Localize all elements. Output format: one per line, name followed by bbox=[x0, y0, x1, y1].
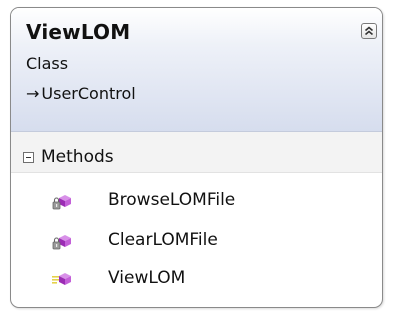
class-shape[interactable]: ViewLOM Class → UserControl Methods Brows… bbox=[10, 7, 383, 308]
double-chevron-up-icon bbox=[364, 26, 374, 36]
class-stereotype: Class bbox=[26, 54, 69, 73]
method-item-viewlom[interactable]: ViewLOM bbox=[11, 266, 382, 294]
inheritance-arrow-icon: → bbox=[26, 84, 40, 103]
method-label: BrowseLOMFile bbox=[108, 190, 236, 210]
method-label: ClearLOMFile bbox=[108, 230, 218, 250]
base-class-name: UserControl bbox=[41, 84, 136, 103]
public-method-icon bbox=[52, 273, 71, 285]
method-item-browselomfile[interactable]: BrowseLOMFile bbox=[11, 188, 382, 216]
collapse-section-toggle[interactable] bbox=[23, 152, 34, 163]
methods-section-label: Methods bbox=[41, 147, 114, 167]
class-name: ViewLOM bbox=[26, 20, 131, 44]
method-item-clearlomfile[interactable]: ClearLOMFile bbox=[11, 228, 382, 256]
class-header: ViewLOM Class → UserControl bbox=[11, 8, 382, 132]
private-method-icon bbox=[52, 195, 71, 210]
base-class-line: → UserControl bbox=[26, 84, 136, 103]
collapse-shape-button[interactable] bbox=[361, 23, 377, 39]
private-method-icon bbox=[52, 235, 71, 250]
method-label: ViewLOM bbox=[108, 268, 186, 288]
